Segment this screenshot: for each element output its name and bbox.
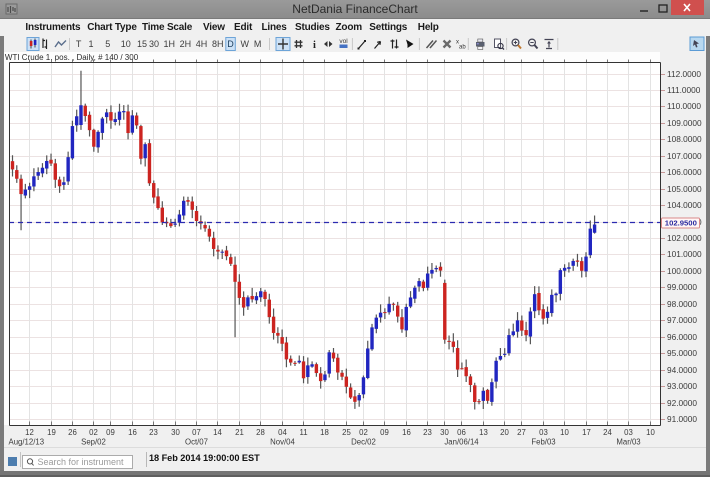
svg-text:09: 09 — [380, 428, 389, 437]
svg-text:Jan/06/14: Jan/06/14 — [444, 438, 479, 447]
svg-text:93.0000: 93.0000 — [667, 381, 697, 391]
svg-text:M: M — [254, 39, 262, 49]
svg-text:104.0000: 104.0000 — [667, 200, 702, 210]
svg-text:09: 09 — [106, 428, 115, 437]
svg-text:105.0000: 105.0000 — [667, 184, 702, 194]
svg-text:110.0000: 110.0000 — [667, 101, 701, 111]
svg-text:16: 16 — [402, 428, 411, 437]
svg-text:109.0000: 109.0000 — [667, 118, 702, 128]
svg-text:10: 10 — [560, 428, 569, 437]
svg-text:23: 23 — [423, 428, 432, 437]
svg-text:12: 12 — [25, 428, 34, 437]
svg-text:108.0000: 108.0000 — [667, 134, 702, 144]
svg-text:T: T — [76, 39, 82, 49]
svg-text:20: 20 — [500, 428, 509, 437]
svg-text:10: 10 — [646, 428, 655, 437]
svg-text:Mar/03: Mar/03 — [616, 438, 640, 447]
svg-text:D: D — [227, 39, 234, 49]
svg-text:30: 30 — [149, 39, 159, 49]
svg-text:17: 17 — [582, 428, 591, 437]
svg-text:02: 02 — [359, 428, 368, 437]
svg-text:94.0000: 94.0000 — [667, 365, 697, 375]
svg-text:30: 30 — [171, 428, 180, 437]
svg-text:24: 24 — [603, 428, 612, 437]
svg-text:97.0000: 97.0000 — [667, 315, 697, 325]
svg-text:96.0000: 96.0000 — [667, 332, 697, 342]
svg-text:27: 27 — [517, 428, 526, 437]
svg-text:Oct/07: Oct/07 — [185, 438, 208, 447]
svg-text:WTI Crude 1. pos. , Daily, # 1: WTI Crude 1. pos. , Daily, # 140 / 300 — [5, 53, 139, 62]
svg-text:13: 13 — [479, 428, 488, 437]
svg-text:102.0000: 102.0000 — [667, 233, 702, 243]
svg-text:10: 10 — [121, 39, 131, 49]
svg-text:4H: 4H — [196, 39, 208, 49]
svg-text:11: 11 — [299, 428, 307, 437]
svg-text:Aug/12/13: Aug/12/13 — [9, 438, 45, 447]
svg-text:14: 14 — [213, 428, 222, 437]
svg-text:02: 02 — [89, 428, 98, 437]
svg-text:16: 16 — [128, 428, 137, 437]
svg-text:92.0000: 92.0000 — [667, 398, 697, 408]
svg-text:99.0000: 99.0000 — [667, 282, 697, 292]
svg-text:Sep/02: Sep/02 — [81, 438, 106, 447]
svg-text:ab: ab — [459, 45, 466, 51]
svg-text:91.0000: 91.0000 — [667, 414, 697, 424]
svg-text:19: 19 — [47, 428, 56, 437]
svg-text:101.0000: 101.0000 — [667, 249, 702, 259]
svg-text:03: 03 — [624, 428, 633, 437]
svg-text:18: 18 — [320, 428, 329, 437]
svg-text:111.0000: 111.0000 — [667, 85, 701, 95]
svg-text:107.0000: 107.0000 — [667, 151, 702, 161]
svg-text:1H: 1H — [163, 39, 175, 49]
svg-text:95.0000: 95.0000 — [667, 348, 697, 358]
svg-text:26: 26 — [68, 428, 77, 437]
svg-text:07: 07 — [192, 428, 201, 437]
svg-text:03: 03 — [539, 428, 548, 437]
svg-text:Feb/03: Feb/03 — [531, 438, 555, 447]
svg-text:vol: vol — [339, 38, 348, 45]
svg-text:06: 06 — [457, 428, 466, 437]
svg-text:W: W — [241, 39, 250, 49]
svg-text:30: 30 — [440, 428, 449, 437]
svg-text:102.9500: 102.9500 — [665, 219, 697, 228]
svg-text:8H: 8H — [212, 39, 224, 49]
svg-text:Nov/04: Nov/04 — [270, 438, 295, 447]
svg-text:112.0000: 112.0000 — [667, 69, 701, 79]
svg-text:5: 5 — [105, 39, 110, 49]
svg-text:i: i — [313, 40, 316, 51]
svg-text:106.0000: 106.0000 — [667, 167, 702, 177]
svg-text:98.0000: 98.0000 — [667, 299, 697, 309]
svg-text:100.0000: 100.0000 — [667, 266, 702, 276]
svg-text:23: 23 — [149, 428, 158, 437]
svg-text:21: 21 — [235, 428, 244, 437]
svg-text:Dec/02: Dec/02 — [351, 438, 376, 447]
svg-text:28: 28 — [256, 428, 265, 437]
svg-text:25: 25 — [342, 428, 351, 437]
svg-text:04: 04 — [278, 428, 287, 437]
svg-text:15: 15 — [137, 39, 147, 49]
svg-text:1: 1 — [88, 39, 93, 49]
svg-text:2H: 2H — [180, 39, 192, 49]
